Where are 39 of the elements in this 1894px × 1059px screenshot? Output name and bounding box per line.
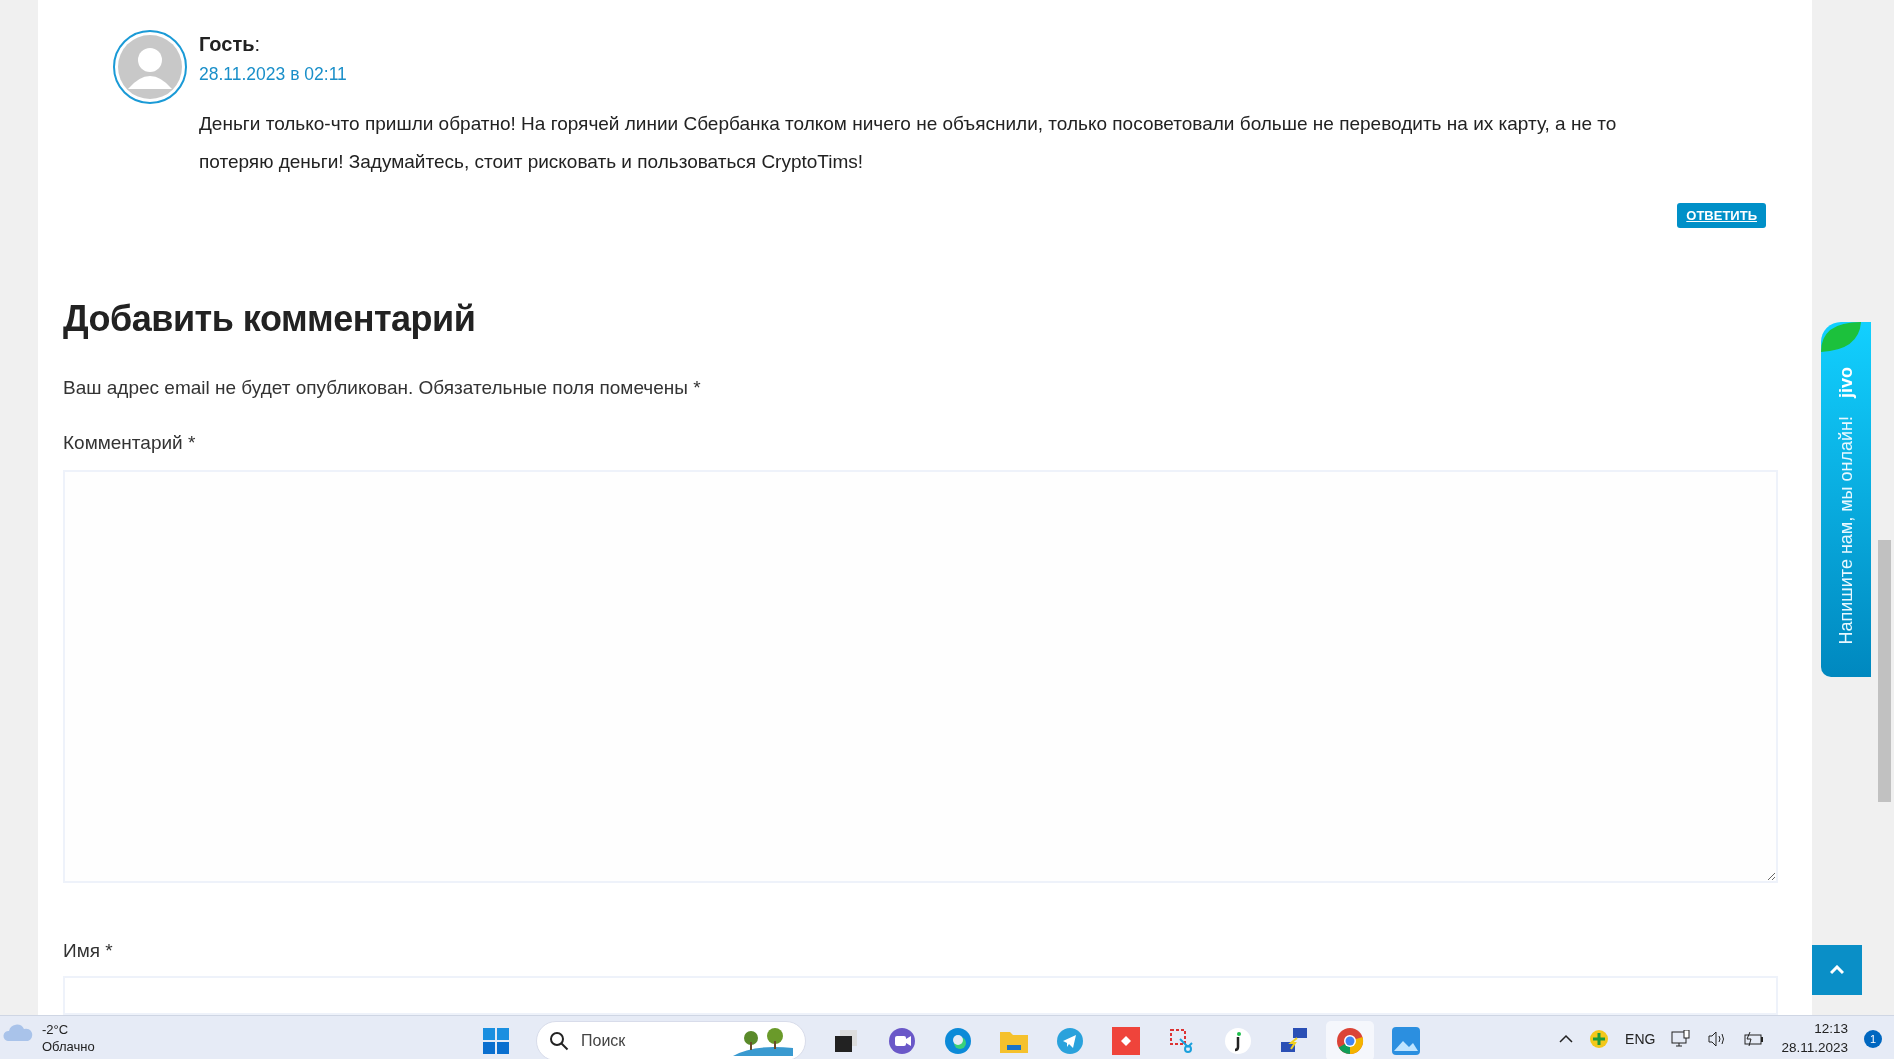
chat-widget-text: Напишите нам, мы онлайн!: [1835, 416, 1857, 645]
battery-icon[interactable]: [1743, 1030, 1766, 1048]
landscape-drawing: [733, 1026, 793, 1056]
chevron-up-icon[interactable]: [1559, 1034, 1574, 1044]
comment-label: Комментарий *: [63, 432, 197, 454]
weather-condition: Облачно: [42, 1038, 95, 1055]
name-label: Имя *: [63, 940, 114, 963]
clock[interactable]: 12:13 28.11.2023: [1781, 1019, 1848, 1057]
scissors-icon: [1168, 1027, 1196, 1055]
leaf-icon: [1821, 322, 1861, 352]
comment-author: Гость:: [199, 33, 262, 56]
weather-temperature: -2°C: [42, 1021, 70, 1038]
scroll-top-button[interactable]: [1812, 945, 1862, 995]
windows-logo-icon: [483, 1028, 509, 1054]
comment-field[interactable]: [63, 470, 1778, 884]
search-input[interactable]: Поиск: [579, 1031, 723, 1051]
image-icon: [1392, 1027, 1420, 1055]
windows-icon: [833, 1028, 859, 1054]
language-indicator[interactable]: ENG: [1625, 1031, 1656, 1047]
paper-plane-icon: [1056, 1027, 1084, 1055]
chevron-up-icon: [1830, 965, 1844, 975]
browser-icon: [1336, 1027, 1364, 1055]
plus-circle-icon[interactable]: [1589, 1029, 1610, 1049]
form-heading: Добавить комментарий: [63, 298, 477, 340]
comment-text: Деньги только-что пришли обратно! На горячей линии Сбербанка толком ничего не объяснили, только посоветовали больше не переводить на их карту, а не то потеряю деньги! Задумайтесь, стоит рисковать и пользоваться CryptoTims!: [199, 112, 1618, 174]
reply-button[interactable]: ОТВЕТИТЬ: [1677, 203, 1766, 228]
comment-date-link[interactable]: 28.11.2023 в 02:11: [199, 64, 1689, 85]
browser-icon: [944, 1027, 972, 1055]
video-camera-icon: [888, 1027, 916, 1055]
search-bar[interactable]: Поиск: [536, 1021, 806, 1059]
clock-time: 12:13: [1814, 1020, 1848, 1038]
clock-date: 28.11.2023: [1781, 1039, 1848, 1057]
notification-count[interactable]: 1: [1864, 1030, 1882, 1048]
search-icon: [549, 1031, 569, 1051]
monitor-icon[interactable]: [1671, 1030, 1692, 1048]
chat-bubble-icon: [1224, 1027, 1252, 1055]
form-note: Ваш адрес email не будет опубликован. Обязательные поля помечены *: [63, 377, 702, 399]
chat-logo: jivo: [1835, 367, 1857, 398]
name-field[interactable]: [63, 976, 1778, 1015]
